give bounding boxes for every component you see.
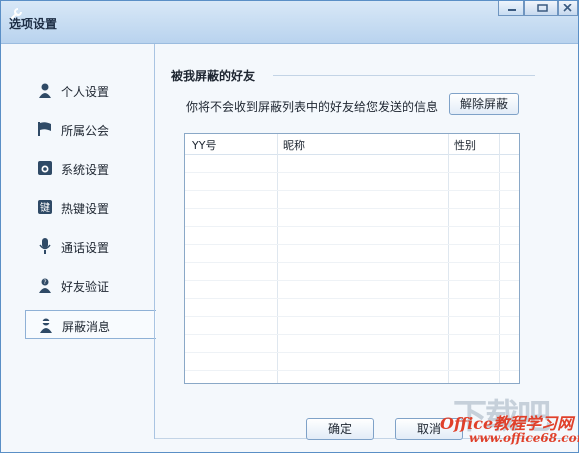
blocked-friends-table[interactable]: YY号 昵称 性别 [184, 133, 520, 384]
content-panel: 被我屏蔽的好友 你将不会收到屏蔽列表中的好友给您发送的信息 解除屏蔽 YY号 昵… [155, 44, 578, 439]
sidebar-item-verify[interactable]: ? 好友验证 [25, 271, 153, 300]
sidebar-item-label: 热键设置 [61, 202, 110, 216]
close-button[interactable] [558, 1, 578, 16]
sidebar: 个人设置 所属公会 系统设置 键 热键设置 通话设置 ? 好友验证 屏蔽消息 [1, 44, 156, 436]
ok-button[interactable]: 确定 [306, 418, 374, 440]
table-row [185, 352, 519, 353]
table-row [185, 334, 519, 335]
minimize-icon [508, 9, 516, 11]
svg-text:键: 键 [40, 201, 50, 214]
sidebar-item-hotkey[interactable]: 键 热键设置 [25, 193, 153, 222]
unblock-button[interactable]: 解除屏蔽 [449, 93, 519, 115]
options-window: 选项设置 个人设置 所属公会 系统设置 键 热键设置 通话设置 ? 好友验证 屏… [0, 0, 579, 453]
table-row [185, 280, 519, 281]
svg-text:?: ? [43, 279, 46, 286]
column-header-gender[interactable]: 性别 [454, 137, 476, 153]
table-row [185, 172, 519, 173]
sidebar-item-label: 个人设置 [61, 85, 110, 99]
sidebar-item-label: 所属公会 [61, 124, 110, 138]
sidebar-item-system[interactable]: 系统设置 [25, 154, 153, 183]
table-row [185, 244, 519, 245]
minimize-button[interactable] [498, 1, 524, 16]
sidebar-item-guild[interactable]: 所属公会 [25, 115, 153, 144]
block-description: 你将不会收到屏蔽列表中的好友给您发送的信息 [186, 100, 439, 114]
table-row [185, 370, 519, 371]
block-icon [38, 317, 54, 333]
person-icon [37, 82, 53, 98]
table-row [185, 262, 519, 263]
table-row [185, 226, 519, 227]
sidebar-item-personal[interactable]: 个人设置 [25, 76, 153, 105]
key-icon: 键 [37, 199, 53, 215]
sidebar-item-label: 好友验证 [61, 280, 110, 294]
flag-icon [37, 121, 53, 137]
table-row [185, 316, 519, 317]
table-row [185, 298, 519, 299]
sidebar-item-block[interactable]: 屏蔽消息 [25, 310, 156, 339]
sidebar-item-call[interactable]: 通话设置 [25, 232, 153, 261]
verify-icon: ? [37, 277, 53, 293]
column-header-nickname[interactable]: 昵称 [283, 137, 305, 153]
maximize-button[interactable] [524, 1, 558, 16]
close-icon [563, 4, 572, 12]
section-title: 被我屏蔽的好友 [171, 69, 256, 83]
title-bar: 选项设置 [1, 1, 578, 44]
sidebar-item-label: 通话设置 [61, 241, 110, 255]
window-title: 选项设置 [9, 17, 58, 31]
maximize-icon [537, 4, 548, 12]
table-header: YY号 昵称 性别 [185, 134, 519, 155]
microphone-icon [37, 238, 53, 254]
column-header-yy[interactable]: YY号 [192, 137, 216, 153]
watermark-url: www.office68.com [469, 431, 579, 445]
table-row [185, 208, 519, 209]
table-row [185, 190, 519, 191]
system-icon [37, 160, 53, 176]
section-divider [273, 75, 535, 76]
sidebar-item-label: 系统设置 [61, 163, 110, 177]
sidebar-item-label: 屏蔽消息 [62, 320, 111, 334]
